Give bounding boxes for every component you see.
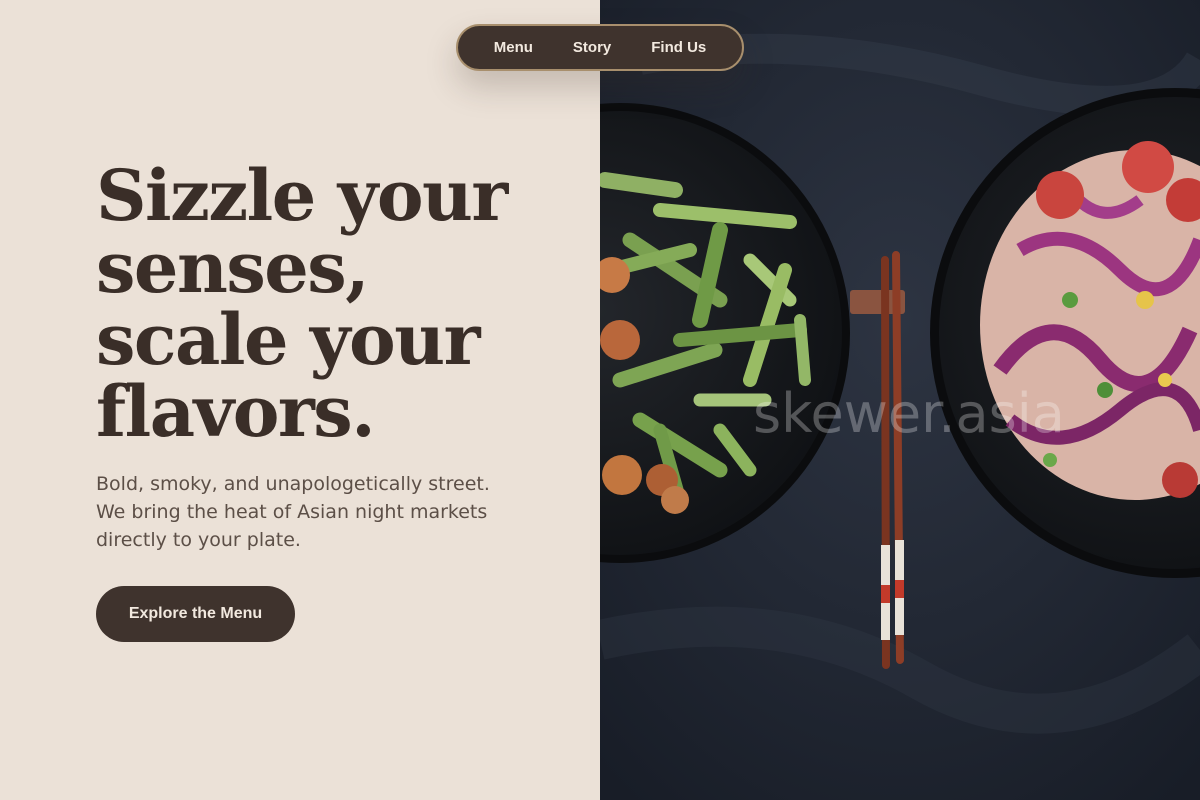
food-bowls-photo: skewer.asia	[600, 0, 1200, 800]
subtext-line: Bold, smoky, and unapologetically street…	[96, 473, 490, 495]
explore-menu-button[interactable]: Explore the Menu	[96, 586, 295, 642]
nav-item-menu[interactable]: Menu	[494, 39, 533, 56]
watermark-text: skewer.asia	[753, 382, 1065, 445]
hero-image: skewer.asia	[600, 0, 1200, 800]
headline-line: senses,	[96, 226, 370, 309]
nav-item-find-us[interactable]: Find Us	[651, 39, 706, 56]
headline-line: Sizzle your	[96, 154, 508, 237]
subtext-line: directly to your plate.	[96, 529, 301, 551]
headline-line: flavors.	[96, 370, 376, 453]
hero-headline: Sizzle your senses, scale your flavors.	[96, 160, 576, 448]
headline-line: scale your	[96, 298, 481, 381]
main-nav: Menu Story Find Us	[456, 24, 744, 71]
subtext-line: We bring the heat of Asian night markets	[96, 501, 488, 523]
hero-subtext: Bold, smoky, and unapologetically street…	[96, 470, 516, 554]
hero-left-pane: Sizzle your senses, scale your flavors. …	[0, 0, 600, 800]
nav-item-story[interactable]: Story	[573, 39, 611, 56]
